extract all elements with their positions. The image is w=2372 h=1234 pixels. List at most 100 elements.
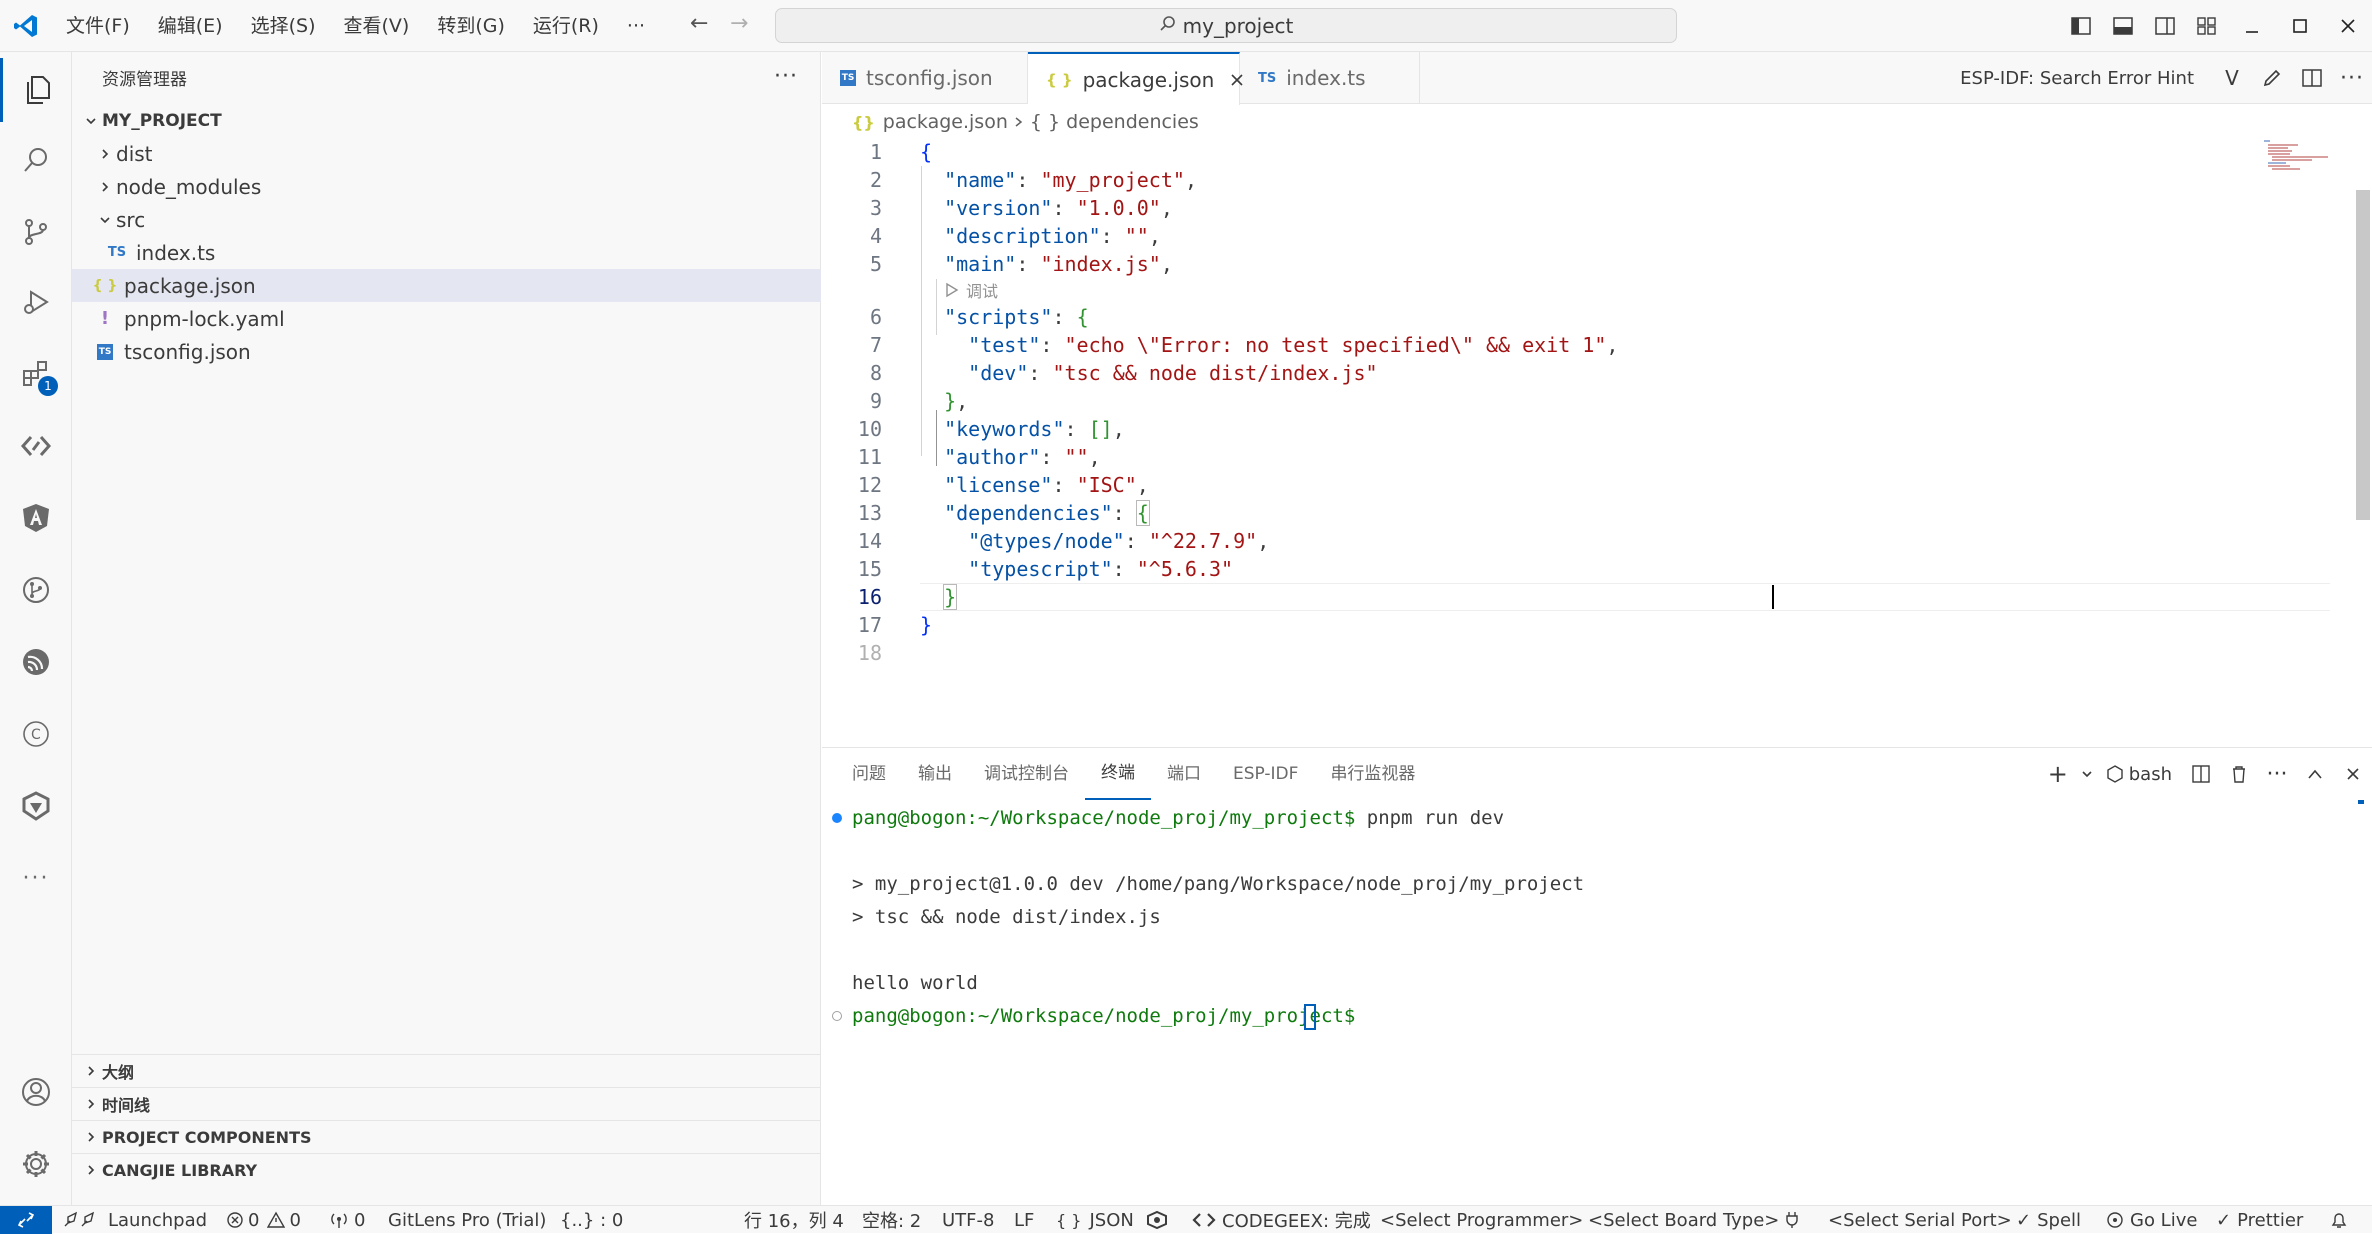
tree-item-dist[interactable]: dist [72, 137, 821, 170]
chevron-down-icon[interactable] [2077, 768, 2097, 780]
menu-go[interactable]: 转到(G) [423, 0, 519, 52]
problems-indicator[interactable]: 0 0 [226, 1206, 301, 1234]
encoding-status[interactable]: UTF-8 [942, 1206, 994, 1234]
explorer-icon[interactable] [0, 58, 72, 122]
cangjie-icon[interactable]: C [0, 702, 72, 766]
cursor-position[interactable]: 行 16，列 4 [744, 1206, 844, 1234]
gitlens-status[interactable]: GitLens Pro (Trial) [388, 1206, 546, 1234]
select-programmer-button[interactable]: <Select Programmer> [1380, 1206, 1583, 1234]
esp-idf-error-hint-button[interactable]: ESP-IDF: Search Error Hint [1960, 68, 2194, 89]
project-root[interactable]: MY_PROJECT [72, 104, 821, 137]
minimize-icon[interactable] [2228, 0, 2276, 52]
menu-more-button[interactable]: ··· [613, 0, 659, 52]
toggle-panel-icon[interactable] [2102, 0, 2144, 52]
close-window-icon[interactable] [2324, 0, 2372, 52]
indentation-status[interactable]: 空格: 2 [862, 1206, 921, 1234]
panel-tab-debug-console[interactable]: 调试控制台 [968, 748, 1085, 800]
panel-more-icon[interactable]: ··· [2258, 762, 2296, 787]
v-action-icon[interactable]: V [2212, 66, 2252, 90]
remote-explorer-icon[interactable] [0, 414, 72, 478]
split-editor-icon[interactable] [2292, 69, 2332, 87]
command-success-dot[interactable] [832, 813, 842, 823]
panel-tab-ports[interactable]: 端口 [1151, 748, 1217, 800]
run-debug-icon[interactable] [0, 270, 72, 334]
eol-status[interactable]: LF [1014, 1206, 1034, 1234]
terminal-shell-selector[interactable]: bash [2107, 764, 2172, 785]
select-serial-port-button[interactable]: <Select Serial Port> [1828, 1206, 2012, 1234]
menu-edit[interactable]: 编辑(E) [144, 0, 237, 52]
toggle-secondary-sidebar-icon[interactable] [2144, 0, 2186, 52]
search-sidebar-icon[interactable] [0, 128, 72, 192]
gitlens-icon[interactable] [0, 558, 72, 622]
accounts-icon[interactable] [0, 1060, 72, 1124]
panel-tab-problems[interactable]: 问题 [836, 748, 902, 800]
go-live-button[interactable]: Go Live [2106, 1206, 2197, 1234]
command-center-search[interactable]: my_project [775, 8, 1677, 43]
new-terminal-icon[interactable]: + [2039, 760, 2077, 788]
panel-tab-terminal[interactable]: 终端 [1085, 748, 1151, 800]
section-timeline[interactable]: 时间线 [72, 1087, 821, 1120]
editor-more-icon[interactable]: ··· [2332, 66, 2372, 91]
codegeex-icon[interactable] [0, 774, 72, 838]
remote-indicator-icon[interactable] [0, 1206, 52, 1234]
tree-item-tsconfig[interactable]: TS tsconfig.json [72, 335, 821, 368]
back-arrow-icon[interactable]: ← [690, 11, 708, 36]
toggle-primary-sidebar-icon[interactable] [2060, 0, 2102, 52]
tree-item-src[interactable]: src [72, 203, 821, 236]
debug-codelens[interactable]: 调试 [944, 278, 998, 302]
section-project-components[interactable]: PROJECT COMPONENTS [72, 1120, 821, 1153]
breadcrumb-symbol[interactable]: { } dependencies [1030, 111, 1199, 133]
explorer-more-icon[interactable]: ··· [774, 64, 798, 89]
codegeex-status[interactable]: CODEGEEX: 完成 [1192, 1206, 1371, 1234]
espressif-status-icon[interactable] [1146, 1206, 1168, 1234]
editor-scrollbar[interactable] [2356, 138, 2372, 738]
minimap[interactable] [2262, 138, 2342, 198]
menu-selection[interactable]: 选择(S) [237, 0, 330, 52]
panel-tab-esp-idf[interactable]: ESP-IDF [1217, 748, 1314, 800]
tab-tsconfig[interactable]: TS tsconfig.json [822, 52, 1028, 104]
section-label: 大纲 [102, 1063, 135, 1082]
tree-item-package-json[interactable]: { } package.json [72, 269, 821, 302]
ports-indicator[interactable]: 0 [330, 1206, 365, 1234]
customize-layout-icon[interactable] [2186, 0, 2228, 52]
source-control-icon[interactable] [0, 200, 72, 264]
scrollbar-thumb[interactable] [2356, 190, 2370, 520]
menu-run[interactable]: 运行(R) [519, 0, 613, 52]
extensions-icon[interactable]: 1 [0, 342, 72, 406]
trash-icon[interactable] [2220, 765, 2258, 783]
panel-tab-serial-monitor[interactable]: 串行监视器 [1314, 748, 1431, 800]
espressif-icon[interactable] [0, 630, 72, 694]
edit-pencil-icon[interactable] [2252, 68, 2292, 88]
split-terminal-icon[interactable] [2182, 765, 2220, 783]
launchpad-button[interactable]: Launchpad [62, 1206, 207, 1234]
close-panel-icon[interactable] [2334, 767, 2372, 781]
tab-index-ts[interactable]: TS index.ts [1240, 52, 1420, 104]
section-cangjie-library[interactable]: CANGJIE LIBRARY [72, 1153, 821, 1186]
forward-arrow-icon[interactable]: → [730, 11, 748, 36]
menu-view[interactable]: 查看(V) [330, 0, 424, 52]
tree-item-node-modules[interactable]: node_modules [72, 170, 821, 203]
breadcrumb-file[interactable]: package.json [883, 111, 1008, 133]
plug-icon[interactable] [1784, 1206, 1800, 1234]
maximize-icon[interactable] [2276, 0, 2324, 52]
spell-status[interactable]: ✓ Spell [2016, 1206, 2081, 1234]
maximize-panel-icon[interactable] [2296, 769, 2334, 779]
line-number: 2 [869, 168, 882, 192]
command-pending-dot[interactable] [832, 1011, 842, 1021]
bracket-pair-status[interactable]: {..} : 0 [560, 1206, 623, 1234]
language-mode[interactable]: { } JSON [1056, 1206, 1134, 1234]
section-outline[interactable]: 大纲 [72, 1054, 821, 1087]
manage-gear-icon[interactable] [0, 1132, 72, 1196]
svg-text:C: C [31, 727, 41, 743]
tab-package-json[interactable]: { } package.json [1028, 52, 1243, 105]
more-views-icon[interactable]: ··· [0, 846, 72, 910]
prettier-status[interactable]: ✓ Prettier [2216, 1206, 2303, 1234]
angular-icon[interactable] [0, 486, 72, 550]
select-board-button[interactable]: <Select Board Type> [1588, 1206, 1779, 1234]
tree-item-index-ts[interactable]: TS index.ts [72, 236, 821, 269]
notifications-bell-icon[interactable] [2330, 1206, 2348, 1234]
menu-file[interactable]: 文件(F) [52, 0, 144, 52]
terminal-prompt-line[interactable]: pang@bogon:~/Workspace/node_proj/my_proj… [852, 1001, 1355, 1031]
panel-tab-output[interactable]: 输出 [902, 748, 968, 800]
tree-item-pnpm-lock[interactable]: ! pnpm-lock.yaml [72, 302, 821, 335]
